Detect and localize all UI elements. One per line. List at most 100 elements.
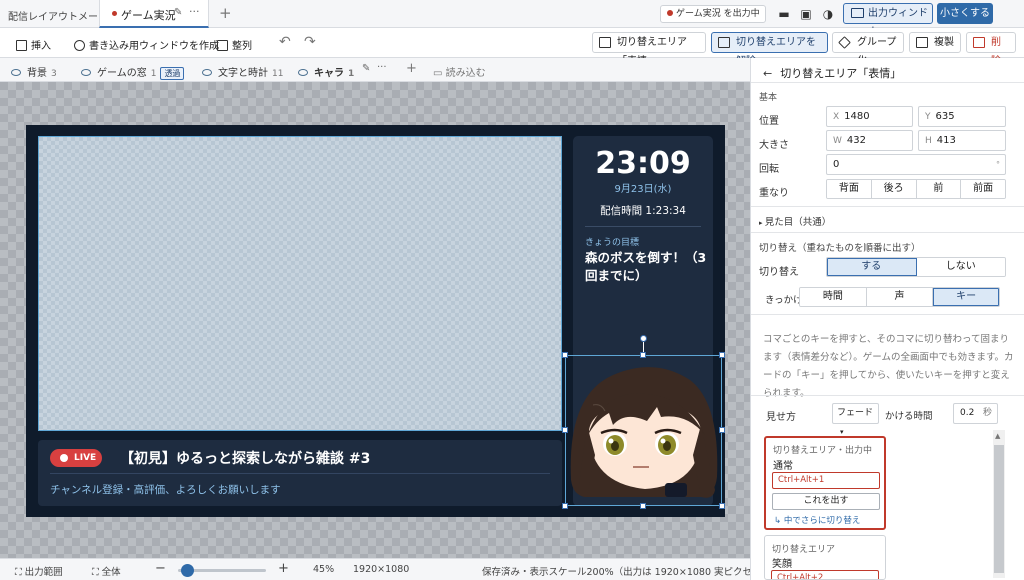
frame-card-normal[interactable]: 切り替えエリア・出力中 通常 Ctrl+Alt+1 これを出す ↳ 中でさらに切…	[764, 436, 886, 530]
panel-scrollbar-thumb[interactable]	[994, 445, 1004, 573]
add-layer-button[interactable]: +	[406, 61, 417, 76]
rotation-field[interactable]: 0 °	[826, 154, 1006, 175]
switch-label: 切り替え	[759, 267, 799, 278]
stream-info-bar[interactable]: LIVE 【初見】ゆるっと探索しながら雑談 #3 チャンネル登録・高評価、よろし…	[38, 440, 562, 506]
resize-handle[interactable]	[562, 427, 568, 433]
undo-button[interactable]: ↶	[279, 34, 291, 50]
layer-rename-icon[interactable]: ✎	[362, 63, 370, 74]
height-field[interactable]: H 413	[918, 130, 1006, 151]
resize-handle[interactable]	[719, 427, 725, 433]
layer-game-window[interactable]: ゲームの窓 1 透過	[81, 64, 185, 80]
resize-handle[interactable]	[640, 503, 646, 509]
tab-game-jikkyo[interactable]: ゲーム実況 ✎ ···	[99, 0, 209, 28]
eye-icon[interactable]	[11, 69, 21, 76]
trigger-voice[interactable]: 声	[866, 288, 934, 306]
group-button[interactable]: グループ化	[832, 32, 904, 67]
redo-button[interactable]: ↷	[304, 34, 316, 50]
release-area-button[interactable]: 切り替えエリアを解除	[711, 32, 828, 67]
duration-value: 0.2	[960, 408, 975, 418]
load-button[interactable]: ▭ 読み込む	[433, 64, 486, 79]
rotate-handle[interactable]	[640, 335, 647, 342]
resize-handle[interactable]	[719, 503, 725, 509]
resize-handle[interactable]	[562, 503, 568, 509]
folder-icon[interactable]: ▬	[777, 7, 791, 21]
zoom-level: 45%	[313, 564, 335, 575]
output-window-button[interactable]: 出力ウィンドウ	[843, 3, 933, 38]
output-status-badge: ゲーム実況 を出力中	[660, 5, 766, 23]
live-badge: LIVE	[50, 449, 102, 467]
stream-subtitle: チャンネル登録・高評価、よろしくお願いします	[50, 484, 281, 496]
rotation-label: 回転	[759, 164, 779, 175]
switch-area-button[interactable]: 切り替えエリア「表情」	[592, 32, 706, 67]
fade-value: フェード	[837, 408, 874, 418]
order-front-most[interactable]: 前面	[961, 180, 1005, 198]
output-range-label: 出力範囲	[24, 567, 63, 578]
game-window-area[interactable]	[38, 136, 562, 431]
frame-card-smile[interactable]: 切り替えエリア 笑顔 Ctrl+Alt+2	[764, 535, 886, 580]
pencil-icon[interactable]: ✎	[174, 7, 182, 18]
zoom-slider-knob[interactable]	[180, 564, 194, 577]
key-field[interactable]: Ctrl+Alt+1	[772, 472, 880, 489]
zoom-out-button[interactable]: −	[155, 561, 166, 576]
minimize-button[interactable]: 小さくする	[937, 3, 993, 24]
eye-icon[interactable]	[202, 69, 212, 76]
more-button[interactable]: ···	[189, 5, 200, 18]
switch-section: 切り替え（重ねたものを順番に出す）	[759, 243, 921, 254]
zoom-in-button[interactable]: +	[278, 561, 289, 576]
resize-handle[interactable]	[562, 352, 568, 358]
back-arrow-icon[interactable]: ←	[763, 67, 772, 80]
x-field[interactable]: X 1480	[826, 106, 913, 127]
look-shared-section[interactable]: ▸ 見た目（共通）	[759, 214, 831, 228]
save-status: 保存済み・表示スケール200%（出力は 1920×1080 実ピクセル）	[482, 567, 772, 578]
eye-icon[interactable]	[298, 69, 308, 76]
monitor-icon	[851, 8, 864, 18]
layer-count: 3	[51, 69, 57, 79]
order-front[interactable]: 前	[916, 180, 962, 198]
nested-switch-label: 中でさらに切り替え	[783, 516, 861, 526]
fade-select[interactable]: フェード ▾	[832, 403, 879, 436]
layer-character[interactable]: キャラ 1	[298, 64, 354, 79]
w-key: W	[833, 136, 842, 146]
insert-button[interactable]: 挿入	[16, 37, 51, 52]
capture-window-button[interactable]: 書き込み用ウィンドウを作成	[74, 37, 219, 52]
nested-switch-link[interactable]: ↳ 中でさらに切り替え	[774, 514, 860, 526]
output-range-toggle[interactable]: ⛶ 出力範囲	[15, 564, 63, 578]
switch-on[interactable]: する	[827, 258, 917, 276]
trigger-key[interactable]: キー	[933, 288, 999, 306]
selection-box[interactable]	[565, 355, 722, 506]
save-icon[interactable]: ▣	[799, 7, 813, 21]
switch-off[interactable]: しない	[916, 258, 1005, 276]
stream-duration: 配信時間 1:23:34	[600, 205, 686, 217]
key-field[interactable]: Ctrl+Alt+2	[771, 570, 879, 579]
plus-box-icon	[16, 40, 27, 51]
degree-unit: °	[996, 160, 1000, 169]
layer-background[interactable]: 背景 3	[11, 64, 57, 79]
order-segment: 背面 後ろ 前 前面	[826, 179, 1006, 199]
order-back-most[interactable]: 背面	[827, 180, 872, 198]
align-button[interactable]: 整列	[217, 37, 252, 52]
eye-icon[interactable]	[81, 69, 91, 76]
scroll-up-icon[interactable]: ▲	[995, 432, 1000, 440]
duration-field[interactable]: 0.2 秒	[953, 403, 998, 424]
contrast-icon[interactable]: ◑	[821, 7, 835, 21]
add-tab-button[interactable]: +	[219, 4, 232, 22]
frame-icon: ⛶	[15, 567, 25, 578]
order-back[interactable]: 後ろ	[871, 180, 917, 198]
delete-button[interactable]: 削除	[966, 32, 1016, 67]
resize-handle[interactable]	[640, 352, 646, 358]
divider	[751, 314, 1024, 315]
fit-icon: ⛶	[92, 567, 102, 578]
show-this-button[interactable]: これを出す	[772, 493, 880, 510]
layer-more-button[interactable]: ···	[377, 62, 387, 73]
trigger-time[interactable]: 時間	[800, 288, 867, 306]
width-field[interactable]: W 432	[826, 130, 913, 151]
switch-toggle: する しない	[826, 257, 1006, 277]
fit-all-button[interactable]: ⛶ 全体	[92, 564, 121, 578]
card-name: 通常	[773, 461, 793, 472]
duplicate-button[interactable]: 複製	[909, 32, 961, 53]
layer-text-clock[interactable]: 文字と時計 11	[202, 64, 283, 79]
resize-handle[interactable]	[719, 352, 725, 358]
divider	[751, 395, 1024, 396]
y-field[interactable]: Y 635	[918, 106, 1006, 127]
load-label: 読み込む	[445, 68, 486, 79]
